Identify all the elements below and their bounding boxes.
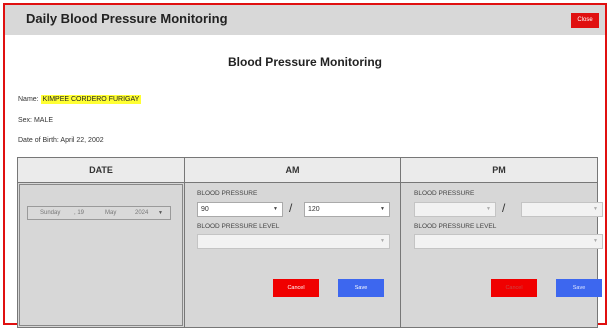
am-column-body: BLOOD PRESSURE 90 ▼ / 120 ▼ BLOOD PRESSU… [185, 183, 400, 327]
name-row: Name: KIMPEE CORDERO FURIGAY [18, 95, 142, 104]
pm-column-body: BLOOD PRESSURE ▼ / ▼ BLOOD PRESSURE LEVE… [401, 183, 603, 327]
date-column-body: Sunday , 19 May 2024 ▼ [19, 184, 183, 326]
name-label: Name: [18, 96, 39, 103]
pm-systolic-select[interactable]: ▼ [414, 202, 496, 217]
name-value: KIMPEE CORDERO FURIGAY [40, 95, 142, 104]
am-bp-separator: / [289, 201, 293, 215]
close-button[interactable]: Close [571, 13, 599, 28]
window-title: Daily Blood Pressure Monitoring [26, 11, 228, 26]
date-weekday: Sunday [40, 210, 61, 216]
am-diastolic-value: 120 [308, 206, 320, 213]
sex-value: MALE [33, 117, 54, 124]
am-level-label: BLOOD PRESSURE LEVEL [197, 223, 280, 230]
date-column: DATE Sunday , 19 May 2024 ▼ [18, 158, 185, 327]
date-picker[interactable]: Sunday , 19 May 2024 ▼ [27, 206, 171, 220]
sex-label: Sex: [18, 117, 33, 124]
date-column-header: DATE [18, 158, 184, 183]
date-month: May [105, 210, 117, 216]
chevron-down-icon: ▼ [273, 206, 278, 212]
pm-column: PM BLOOD PRESSURE ▼ / ▼ BLOOD PRESSURE L… [401, 158, 603, 327]
pm-bp-label: BLOOD PRESSURE [414, 190, 475, 197]
pm-level-label: BLOOD PRESSURE LEVEL [414, 223, 497, 230]
pm-level-select[interactable]: ▼ [414, 234, 603, 249]
am-bp-label: BLOOD PRESSURE [197, 190, 258, 197]
dob-row: Date of Birth: April 22, 2002 [18, 137, 104, 144]
am-systolic-value: 90 [201, 206, 209, 213]
pm-cancel-button[interactable]: Cancel [491, 279, 537, 297]
am-column: AM BLOOD PRESSURE 90 ▼ / 120 ▼ BLOOD PRE… [185, 158, 401, 327]
dob-label: Date of Birth: [18, 137, 59, 144]
bp-table: DATE Sunday , 19 May 2024 ▼ AM BLOOD PRE… [17, 157, 603, 328]
title-bar: Daily Blood Pressure Monitoring Close [5, 5, 605, 35]
am-save-button[interactable]: Save [338, 279, 384, 297]
date-day: , 19 [74, 210, 85, 216]
date-year: 2024 [135, 210, 149, 216]
sex-row: Sex: MALE [18, 117, 53, 124]
pm-diastolic-select[interactable]: ▼ [521, 202, 603, 217]
form-heading: Blood Pressure Monitoring [227, 55, 382, 69]
pm-bp-separator: / [502, 201, 506, 215]
chevron-down-icon: ▼ [380, 206, 385, 212]
am-level-select[interactable]: ▼ [197, 234, 390, 249]
pm-column-header: PM [401, 158, 597, 183]
chevron-down-icon: ▼ [593, 206, 598, 212]
am-column-header: AM [185, 158, 400, 183]
chevron-down-icon: ▼ [593, 238, 598, 244]
am-cancel-button[interactable]: Cancel [273, 279, 319, 297]
chevron-down-icon: ▼ [486, 206, 491, 212]
chevron-down-icon: ▼ [380, 238, 385, 244]
am-diastolic-select[interactable]: 120 ▼ [304, 202, 390, 217]
date-dropdown-icon[interactable]: ▼ [158, 207, 163, 219]
pm-save-button[interactable]: Save [556, 279, 602, 297]
am-systolic-select[interactable]: 90 ▼ [197, 202, 283, 217]
dob-value: April 22, 2002 [60, 137, 104, 144]
bp-monitoring-window: Daily Blood Pressure Monitoring Close Bl… [3, 3, 607, 328]
